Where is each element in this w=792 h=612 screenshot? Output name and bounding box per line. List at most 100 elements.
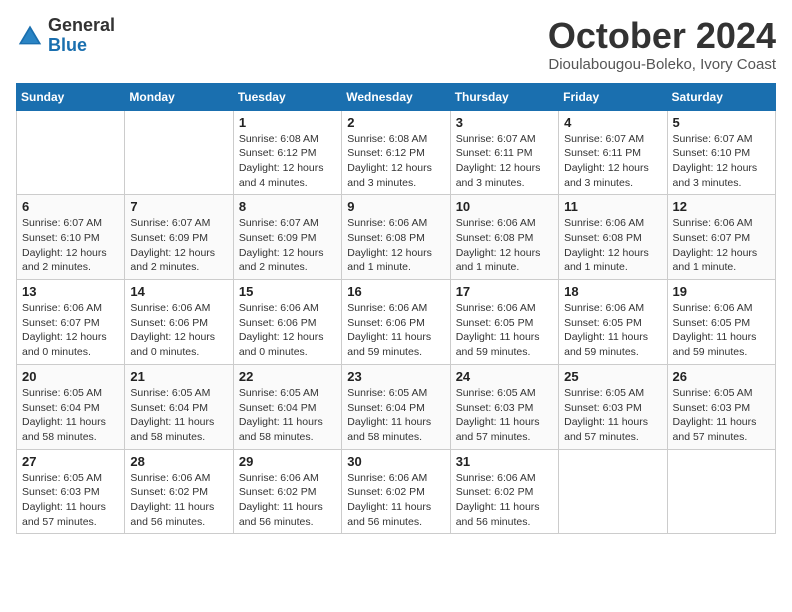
logo-icon xyxy=(16,22,44,50)
calendar-week-row: 27 Sunrise: 6:05 AM Sunset: 6:03 PM Dayli… xyxy=(17,449,776,534)
calendar-cell: 27 Sunrise: 6:05 AM Sunset: 6:03 PM Dayli… xyxy=(17,449,125,534)
logo-general-text: General xyxy=(48,15,115,35)
day-info: Sunrise: 6:08 AM Sunset: 6:12 PM Dayligh… xyxy=(347,132,444,191)
calendar-cell xyxy=(667,449,775,534)
day-number: 18 xyxy=(564,284,661,299)
day-info: Sunrise: 6:05 AM Sunset: 6:04 PM Dayligh… xyxy=(239,386,336,445)
calendar-cell: 3 Sunrise: 6:07 AM Sunset: 6:11 PM Daylig… xyxy=(450,110,558,195)
day-number: 6 xyxy=(22,199,119,214)
day-number: 30 xyxy=(347,454,444,469)
day-number: 26 xyxy=(673,369,770,384)
calendar-cell: 9Sunrise: 6:06 AM Sunset: 6:08 PM Daylig… xyxy=(342,195,450,280)
day-info: Sunrise: 6:07 AM Sunset: 6:09 PM Dayligh… xyxy=(239,216,336,275)
day-info: Sunrise: 6:07 AM Sunset: 6:10 PM Dayligh… xyxy=(22,216,119,275)
day-number: 29 xyxy=(239,454,336,469)
day-of-week-header: Sunday xyxy=(17,83,125,110)
day-info: Sunrise: 6:07 AM Sunset: 6:09 PM Dayligh… xyxy=(130,216,227,275)
day-number: 28 xyxy=(130,454,227,469)
day-info: Sunrise: 6:06 AM Sunset: 6:08 PM Dayligh… xyxy=(456,216,553,275)
calendar-week-row: 6 Sunrise: 6:07 AM Sunset: 6:10 PM Daylig… xyxy=(17,195,776,280)
day-info: Sunrise: 6:06 AM Sunset: 6:02 PM Dayligh… xyxy=(347,471,444,530)
day-info: Sunrise: 6:05 AM Sunset: 6:03 PM Dayligh… xyxy=(564,386,661,445)
calendar-cell: 10 Sunrise: 6:06 AM Sunset: 6:08 PM Dayli… xyxy=(450,195,558,280)
day-number: 8 xyxy=(239,199,336,214)
day-number: 24 xyxy=(456,369,553,384)
calendar-cell: 29 Sunrise: 6:06 AM Sunset: 6:02 PM Dayli… xyxy=(233,449,341,534)
day-number: 20 xyxy=(22,369,119,384)
day-number: 19 xyxy=(673,284,770,299)
day-info: Sunrise: 6:06 AM Sunset: 6:06 PM Dayligh… xyxy=(130,301,227,360)
day-number: 10 xyxy=(456,199,553,214)
calendar-cell: 16 Sunrise: 6:06 AM Sunset: 6:06 PM Dayli… xyxy=(342,280,450,365)
day-number: 2 xyxy=(347,115,444,130)
calendar-cell: 6 Sunrise: 6:07 AM Sunset: 6:10 PM Daylig… xyxy=(17,195,125,280)
day-number: 16 xyxy=(347,284,444,299)
day-number: 22 xyxy=(239,369,336,384)
day-number: 3 xyxy=(456,115,553,130)
calendar-cell: 7 Sunrise: 6:07 AM Sunset: 6:09 PM Daylig… xyxy=(125,195,233,280)
day-of-week-header: Monday xyxy=(125,83,233,110)
day-info: Sunrise: 6:06 AM Sunset: 6:05 PM Dayligh… xyxy=(673,301,770,360)
calendar-cell: 14Sunrise: 6:06 AM Sunset: 6:06 PM Dayli… xyxy=(125,280,233,365)
calendar-cell: 8 Sunrise: 6:07 AM Sunset: 6:09 PM Daylig… xyxy=(233,195,341,280)
day-of-week-header: Wednesday xyxy=(342,83,450,110)
logo-blue-text: Blue xyxy=(48,35,87,55)
day-info: Sunrise: 6:06 AM Sunset: 6:06 PM Dayligh… xyxy=(239,301,336,360)
calendar-week-row: 13Sunrise: 6:06 AM Sunset: 6:07 PM Dayli… xyxy=(17,280,776,365)
calendar-cell: 5Sunrise: 6:07 AM Sunset: 6:10 PM Daylig… xyxy=(667,110,775,195)
day-info: Sunrise: 6:06 AM Sunset: 6:08 PM Dayligh… xyxy=(347,216,444,275)
title-section: October 2024 Dioulabougou-Boleko, Ivory … xyxy=(548,16,776,73)
calendar-table: SundayMondayTuesdayWednesdayThursdayFrid… xyxy=(16,83,776,535)
calendar-cell: 4 Sunrise: 6:07 AM Sunset: 6:11 PM Daylig… xyxy=(559,110,667,195)
calendar-cell: 28 Sunrise: 6:06 AM Sunset: 6:02 PM Dayli… xyxy=(125,449,233,534)
calendar-cell: 17 Sunrise: 6:06 AM Sunset: 6:05 PM Dayli… xyxy=(450,280,558,365)
day-of-week-header: Saturday xyxy=(667,83,775,110)
calendar-week-row: 20 Sunrise: 6:05 AM Sunset: 6:04 PM Dayli… xyxy=(17,364,776,449)
calendar-cell: 21Sunrise: 6:05 AM Sunset: 6:04 PM Dayli… xyxy=(125,364,233,449)
day-info: Sunrise: 6:05 AM Sunset: 6:04 PM Dayligh… xyxy=(22,386,119,445)
calendar-cell: 12Sunrise: 6:06 AM Sunset: 6:07 PM Dayli… xyxy=(667,195,775,280)
day-number: 5 xyxy=(673,115,770,130)
day-number: 17 xyxy=(456,284,553,299)
calendar-cell: 24Sunrise: 6:05 AM Sunset: 6:03 PM Dayli… xyxy=(450,364,558,449)
page-header: General Blue October 2024 Dioulabougou-B… xyxy=(16,16,776,73)
calendar-cell: 19 Sunrise: 6:06 AM Sunset: 6:05 PM Dayli… xyxy=(667,280,775,365)
calendar-cell: 20 Sunrise: 6:05 AM Sunset: 6:04 PM Dayli… xyxy=(17,364,125,449)
calendar-cell: 18 Sunrise: 6:06 AM Sunset: 6:05 PM Dayli… xyxy=(559,280,667,365)
day-info: Sunrise: 6:06 AM Sunset: 6:07 PM Dayligh… xyxy=(22,301,119,360)
day-number: 27 xyxy=(22,454,119,469)
location-text: Dioulabougou-Boleko, Ivory Coast xyxy=(548,56,776,73)
calendar-cell xyxy=(559,449,667,534)
day-info: Sunrise: 6:07 AM Sunset: 6:11 PM Dayligh… xyxy=(564,132,661,191)
day-info: Sunrise: 6:05 AM Sunset: 6:03 PM Dayligh… xyxy=(22,471,119,530)
day-info: Sunrise: 6:06 AM Sunset: 6:02 PM Dayligh… xyxy=(239,471,336,530)
logo: General Blue xyxy=(16,16,115,56)
calendar-cell xyxy=(17,110,125,195)
day-number: 7 xyxy=(130,199,227,214)
calendar-week-row: 1 Sunrise: 6:08 AM Sunset: 6:12 PM Daylig… xyxy=(17,110,776,195)
day-info: Sunrise: 6:05 AM Sunset: 6:03 PM Dayligh… xyxy=(673,386,770,445)
calendar-cell xyxy=(125,110,233,195)
day-number: 15 xyxy=(239,284,336,299)
day-number: 25 xyxy=(564,369,661,384)
day-info: Sunrise: 6:06 AM Sunset: 6:05 PM Dayligh… xyxy=(456,301,553,360)
calendar-cell: 15 Sunrise: 6:06 AM Sunset: 6:06 PM Dayli… xyxy=(233,280,341,365)
calendar-cell: 11Sunrise: 6:06 AM Sunset: 6:08 PM Dayli… xyxy=(559,195,667,280)
calendar-cell: 25 Sunrise: 6:05 AM Sunset: 6:03 PM Dayli… xyxy=(559,364,667,449)
day-number: 1 xyxy=(239,115,336,130)
day-info: Sunrise: 6:06 AM Sunset: 6:02 PM Dayligh… xyxy=(130,471,227,530)
day-number: 4 xyxy=(564,115,661,130)
day-info: Sunrise: 6:06 AM Sunset: 6:06 PM Dayligh… xyxy=(347,301,444,360)
day-of-week-header: Friday xyxy=(559,83,667,110)
day-info: Sunrise: 6:07 AM Sunset: 6:11 PM Dayligh… xyxy=(456,132,553,191)
calendar-header-row: SundayMondayTuesdayWednesdayThursdayFrid… xyxy=(17,83,776,110)
day-info: Sunrise: 6:06 AM Sunset: 6:07 PM Dayligh… xyxy=(673,216,770,275)
day-of-week-header: Thursday xyxy=(450,83,558,110)
calendar-cell: 23Sunrise: 6:05 AM Sunset: 6:04 PM Dayli… xyxy=(342,364,450,449)
calendar-cell: 13Sunrise: 6:06 AM Sunset: 6:07 PM Dayli… xyxy=(17,280,125,365)
day-info: Sunrise: 6:05 AM Sunset: 6:04 PM Dayligh… xyxy=(347,386,444,445)
day-info: Sunrise: 6:06 AM Sunset: 6:02 PM Dayligh… xyxy=(456,471,553,530)
day-info: Sunrise: 6:06 AM Sunset: 6:05 PM Dayligh… xyxy=(564,301,661,360)
calendar-cell: 31Sunrise: 6:06 AM Sunset: 6:02 PM Dayli… xyxy=(450,449,558,534)
calendar-cell: 30 Sunrise: 6:06 AM Sunset: 6:02 PM Dayli… xyxy=(342,449,450,534)
